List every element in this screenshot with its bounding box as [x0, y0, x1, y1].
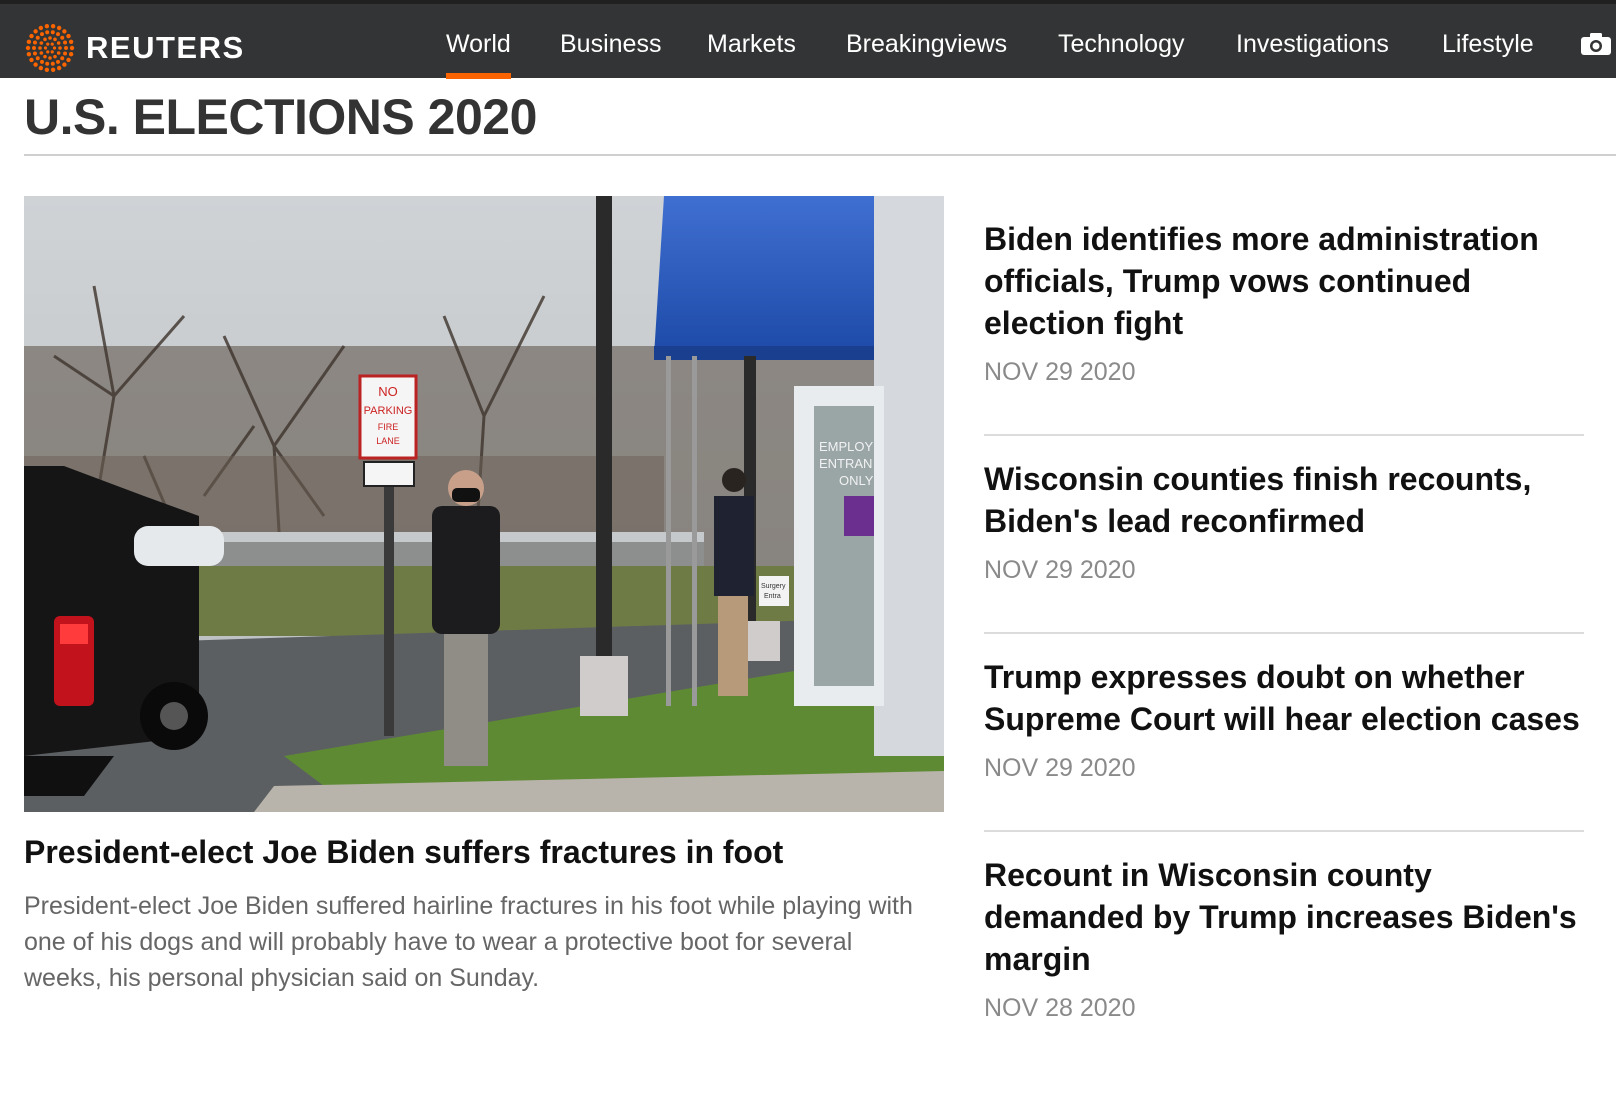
- brand-name: REUTERS: [86, 30, 245, 65]
- nav-item-business[interactable]: Business: [560, 30, 661, 59]
- door-sign-line-2: ENTRAN: [819, 456, 872, 471]
- story-divider: [984, 830, 1584, 832]
- story-headline[interactable]: Wisconsin counties finish recounts, Bide…: [984, 458, 1584, 542]
- lead-story-headline[interactable]: President-elect Joe Biden suffers fractu…: [24, 834, 944, 871]
- story-divider: [984, 434, 1584, 436]
- story-item: Biden identifies more administration off…: [984, 218, 1584, 387]
- story-item: Wisconsin counties finish recounts, Bide…: [984, 458, 1584, 585]
- nav-item-investigations[interactable]: Investigations: [1236, 30, 1389, 59]
- small-sign-line-1: Surgery: [761, 583, 786, 590]
- lead-story-photo[interactable]: EMPLOY ENTRAN ONLY Surgery Entra NO PARK…: [24, 196, 944, 812]
- story-item: Trump expresses doubt on whether Supreme…: [984, 656, 1584, 783]
- no-parking-sign-line-4: LANE: [376, 436, 400, 446]
- section-divider: [24, 154, 1616, 156]
- section-title: U.S. ELECTIONS 2020: [24, 89, 537, 145]
- story-divider: [984, 632, 1584, 634]
- nav-item-technology[interactable]: Technology: [1058, 30, 1184, 59]
- reuters-logo[interactable]: REUTERS: [24, 22, 245, 74]
- camera-icon[interactable]: [1580, 32, 1612, 56]
- small-sign-line-2: Entra: [764, 593, 781, 600]
- no-parking-sign-line-1: NO: [378, 384, 398, 399]
- story-headline[interactable]: Trump expresses doubt on whether Supreme…: [984, 656, 1584, 740]
- story-date: NOV 29 2020: [984, 556, 1136, 584]
- story-date: NOV 28 2020: [984, 994, 1136, 1022]
- story-date: NOV 29 2020: [984, 358, 1136, 386]
- no-parking-sign-line-3: FIRE: [378, 422, 399, 432]
- nav-item-breakingviews[interactable]: Breakingviews: [846, 30, 1007, 59]
- nav-item-markets[interactable]: Markets: [707, 30, 796, 59]
- story-date: NOV 29 2020: [984, 754, 1136, 782]
- lead-story-summary: President-elect Joe Biden suffered hairl…: [24, 892, 913, 992]
- reuters-logo-icon: [25, 24, 75, 72]
- top-navigation-bar: REUTERS World Business Markets Breakingv…: [0, 0, 1616, 79]
- no-parking-sign-line-2: PARKING: [364, 405, 413, 417]
- nav-item-lifestyle[interactable]: Lifestyle: [1442, 30, 1534, 59]
- lead-photo-illustration: EMPLOY ENTRAN ONLY Surgery Entra NO PARK…: [24, 196, 944, 812]
- nav-item-world[interactable]: World: [446, 30, 511, 79]
- story-headline[interactable]: Biden identifies more administration off…: [984, 218, 1584, 344]
- story-item: Recount in Wisconsin county demanded by …: [984, 854, 1584, 1023]
- door-sign-line-1: EMPLOY: [819, 439, 874, 454]
- door-sign-line-3: ONLY: [839, 473, 874, 488]
- story-headline[interactable]: Recount in Wisconsin county demanded by …: [984, 854, 1584, 980]
